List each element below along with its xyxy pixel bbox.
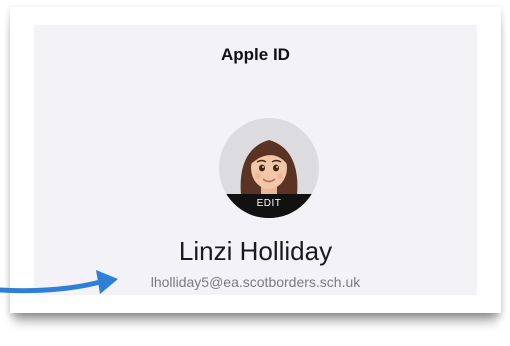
avatar[interactable]: EDIT bbox=[219, 118, 319, 218]
screenshot-stage: Apple ID EDIT Linzi Holliday lholliday5@… bbox=[0, 0, 510, 346]
apple-id-screen: Apple ID EDIT Linzi Holliday lholliday5@… bbox=[34, 25, 477, 295]
arrow-right-icon bbox=[0, 270, 118, 294]
page-title: Apple ID bbox=[221, 45, 290, 64]
avatar-edit-label[interactable]: EDIT bbox=[219, 194, 319, 218]
